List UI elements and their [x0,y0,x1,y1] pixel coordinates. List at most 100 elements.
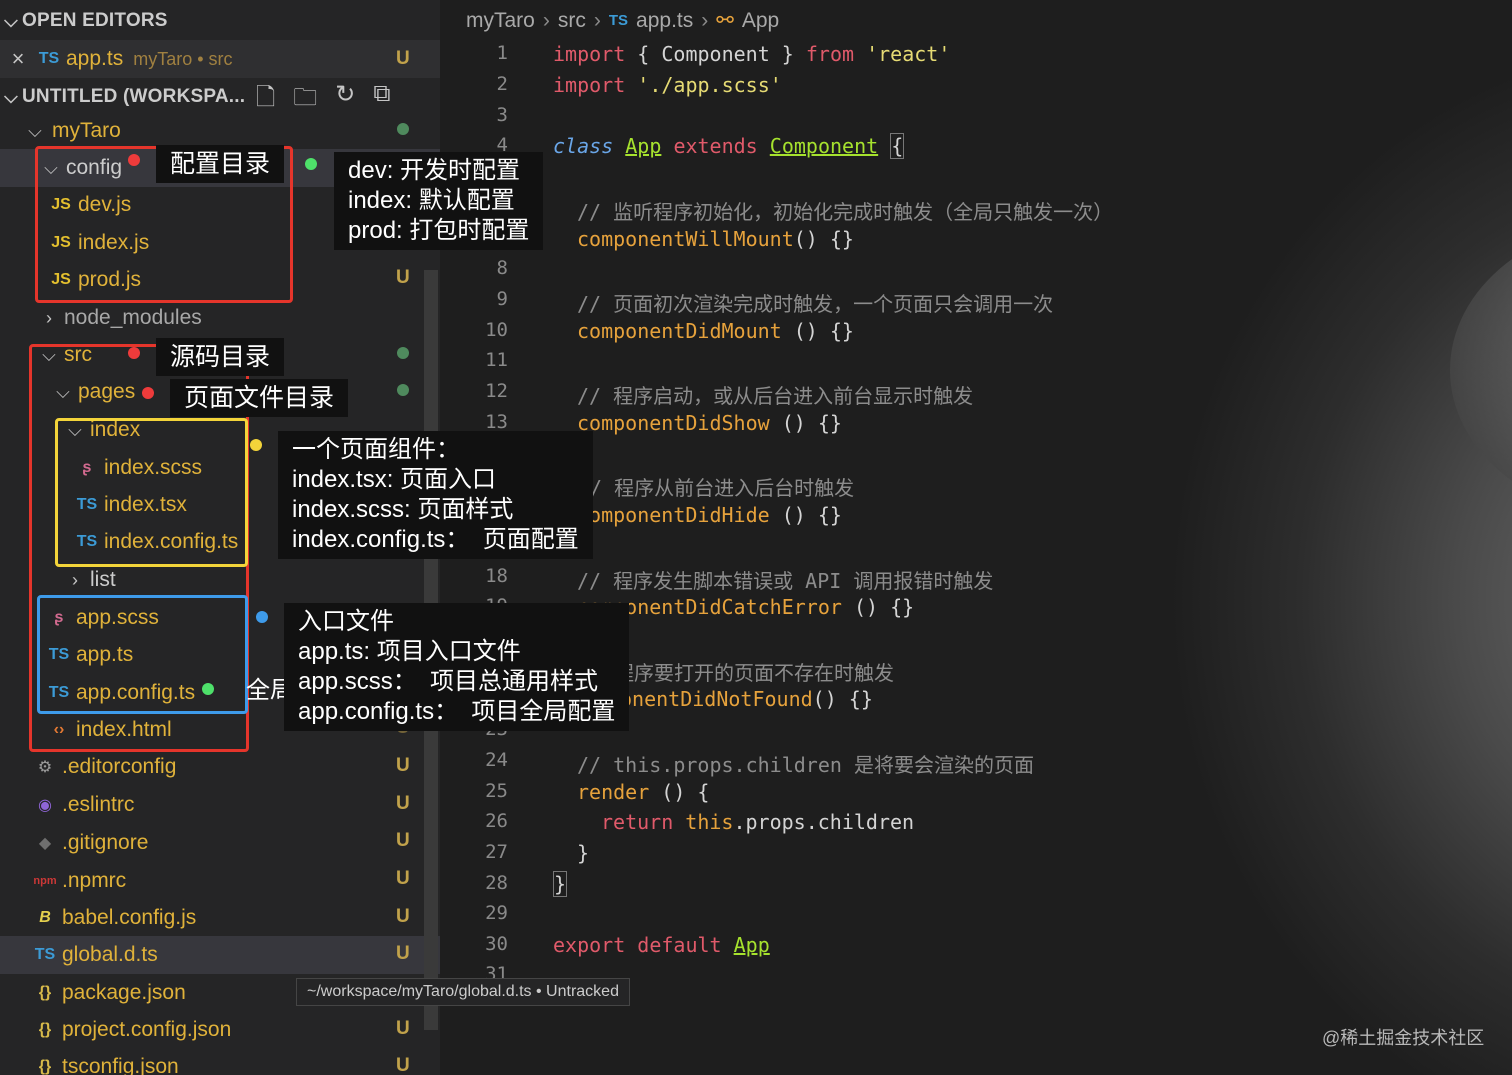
tree-file-app-config-ts[interactable]: TS app.config.ts [46,674,195,712]
breadcrumb-item[interactable]: app.ts [636,9,693,33]
string: 'react' [854,42,951,66]
src-label: 源码目录 [156,338,285,376]
code-text: () {} [812,687,873,711]
tree-file-global-d-ts[interactable]: TS global.d.ts [0,936,440,974]
tree-folder-list[interactable]: › list [64,561,116,599]
code-comment: // 页面初次渲染完成时触发，一个页面只会调用一次 [577,292,1054,316]
line-number: 26 [485,810,508,832]
chevron-right-icon: › [72,569,78,590]
git-status: U [396,793,410,814]
tree-file-index-html[interactable]: ‹› index.html [46,711,172,749]
tree-file-package-json[interactable]: {} package.json [32,974,186,1012]
new-folder-icon[interactable]: 🗀 [293,80,317,121]
tree-label: myTaro [52,119,121,142]
config-label: 配置目录 [156,145,285,183]
modified-dot [397,384,409,396]
code-line: componentDidShow () {} [577,411,842,435]
line-number: 12 [485,380,508,402]
workspace-actions: 🗋 🗀 ↻ ⧉ [256,80,391,121]
tree-folder-pages[interactable]: ⌵ pages [52,373,135,411]
modified-dot [397,347,409,359]
tree-file-eslintrc[interactable]: ◉ .eslintrc [32,786,134,824]
json-icon: {} [38,1058,52,1075]
keyword: export [553,933,626,957]
keyword: class [553,134,614,158]
tree-file-index-config-ts[interactable]: TS index.config.ts [74,523,238,561]
typescript-icon: TS [608,12,629,29]
open-editor-filename: app.ts [66,47,124,70]
workspace-title: UNTITLED (WORKSPA... [22,86,246,107]
tree-file-gitignore[interactable]: ◆ .gitignore [32,824,149,862]
tree-label: app.ts [76,643,134,666]
tree-file-index-scss[interactable]: ʂ index.scss [74,449,203,487]
refresh-icon[interactable]: ↻ [335,80,355,121]
tree-label: app.config.ts [76,681,196,704]
tree-label: index [90,418,141,441]
open-editors-title: OPEN EDITORS [22,10,168,31]
git-icon: ◆ [38,835,52,852]
line-number: 25 [485,780,508,802]
tree-file-index-tsx[interactable]: TS index.tsx [74,486,187,524]
line-number: 1 [496,42,508,64]
tree-label: .npmrc [62,869,127,892]
tree-label: node_modules [64,306,202,329]
tree-label: .eslintrc [62,793,135,816]
tree-file-npmrc[interactable]: npm .npmrc [32,862,126,900]
method-name: render [577,780,650,804]
gear-icon: ⚙ [37,759,53,776]
code-text: .props.children [733,810,915,834]
breadcrumb-item[interactable]: App [742,9,779,33]
javascript-icon: JS [51,196,71,213]
line-number: 28 [485,872,508,894]
watermark: @稀土掘金技术社区 [1322,1028,1485,1048]
annotation-dot [250,439,262,451]
entry-files-description: 入口文件 app.ts: 项目入口文件 app.scss： 项目总通用样式 ap… [284,603,630,731]
code-text: () {} [793,227,854,251]
pages-label: 页面文件目录 [170,379,349,417]
git-status: U [396,830,410,851]
open-editor-item[interactable]: × TS app.ts myTaro • src U [0,40,440,78]
tree-file-prod-js[interactable]: JS prod.js [48,261,141,299]
git-status: U [396,267,410,288]
method-name: componentDidHide [577,503,770,527]
line-number: 3 [496,104,508,126]
tree-file-dev-js[interactable]: JS dev.js [48,186,131,224]
tree-label: project.config.json [62,1018,232,1041]
typescript-icon: TS [48,646,70,663]
keyword: return [601,810,674,834]
tree-folder-mytaro[interactable]: ⌵ myTaro [24,112,121,150]
modified-dot [397,123,409,135]
tree-label: pages [78,380,136,403]
tree-label: index.config.ts [104,530,239,553]
editor-area[interactable] [440,0,1512,1075]
code-comment: // this.props.children 是将要会渲染的页面 [577,753,1034,777]
tree-label: app.scss [76,606,159,629]
line-number: 29 [485,902,508,924]
tree-file-app-scss[interactable]: ʂ app.scss [46,599,159,637]
close-icon[interactable]: × [0,46,36,72]
tree-label: config [66,156,123,179]
annotation-dot [128,347,140,359]
file-path-tooltip: ~/workspace/myTaro/global.d.ts • Untrack… [296,978,630,1006]
tree-file-index-js[interactable]: JS index.js [48,224,149,262]
line-number: 2 [496,73,508,95]
new-file-icon[interactable]: 🗋 [256,80,275,121]
tree-label: src [64,343,92,366]
tree-file-project-config-json[interactable]: {} project.config.json [32,1011,232,1049]
keyword: this [685,810,734,834]
tree-file-babel-config[interactable]: B babel.config.js [32,899,196,937]
open-editors-header[interactable]: ⌵ OPEN EDITORS [0,2,440,40]
breadcrumb-item[interactable]: myTaro [466,9,535,33]
breadcrumb-item[interactable]: src [558,9,586,33]
tree-folder-node-modules[interactable]: › node_modules [38,299,202,337]
tree-file-app-ts[interactable]: TS app.ts [46,636,133,674]
tree-file-tsconfig-json[interactable]: {} tsconfig.json [32,1048,179,1075]
collapse-all-icon[interactable]: ⧉ [373,80,390,121]
chevron-right-icon: › [542,8,550,32]
tree-folder-index[interactable]: ⌵ index [64,411,140,449]
tree-folder-src[interactable]: ⌵ src [38,336,92,374]
tree-label: list [90,568,116,591]
class-name: App [625,134,662,158]
tree-file-editorconfig[interactable]: ⚙ .editorconfig [32,748,177,786]
code-line-30: export default App [553,933,770,957]
